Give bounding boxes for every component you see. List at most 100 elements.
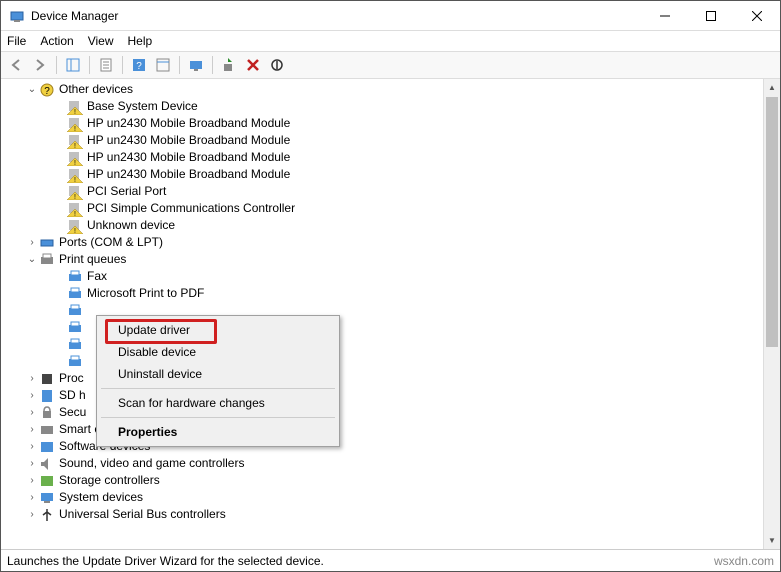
tree-category[interactable]: Ports (COM & LPT) (59, 234, 163, 251)
tree-category[interactable]: Proc (59, 370, 84, 387)
svg-text:!: ! (74, 228, 76, 234)
svg-text:!: ! (74, 194, 76, 200)
minimize-button[interactable] (642, 1, 688, 31)
tree-category[interactable]: SD h (59, 387, 86, 404)
tree-item[interactable]: HP un2430 Mobile Broadband Module (87, 149, 290, 166)
ports-icon (39, 235, 55, 251)
expander-icon[interactable]: › (25, 234, 39, 251)
tree-category[interactable]: Sound, video and game controllers (59, 455, 244, 472)
sd-host-icon (39, 388, 55, 404)
vertical-scrollbar[interactable]: ▲ ▼ (763, 79, 780, 549)
tree-category[interactable]: System devices (59, 489, 143, 506)
expander-icon[interactable]: ⌄ (25, 81, 39, 98)
menu-file[interactable]: File (7, 34, 26, 48)
printer-icon (67, 337, 83, 353)
svg-text:!: ! (74, 126, 76, 132)
menu-update-driver[interactable]: Update driver (100, 319, 336, 341)
tree-item[interactable]: HP un2430 Mobile Broadband Module (87, 132, 290, 149)
warning-device-icon: ! (67, 218, 83, 234)
expander-icon[interactable]: › (25, 387, 39, 404)
help-icon[interactable]: ? (128, 54, 150, 76)
scroll-thumb[interactable] (766, 97, 778, 347)
menu-action[interactable]: Action (40, 34, 73, 48)
menu-scan-hardware[interactable]: Scan for hardware changes (100, 392, 336, 414)
menu-view[interactable]: View (88, 34, 114, 48)
menu-help[interactable]: Help (128, 34, 153, 48)
svg-text:!: ! (74, 143, 76, 149)
app-icon (9, 8, 25, 24)
scroll-down-arrow[interactable]: ▼ (764, 532, 780, 549)
tree-item[interactable]: Fax (87, 268, 107, 285)
menu-properties[interactable]: Properties (100, 421, 336, 443)
device-manager-window: Device Manager File Action View Help ? ⌄… (0, 0, 781, 572)
printer-icon (67, 303, 83, 319)
statusbar: Launches the Update Driver Wizard for th… (1, 549, 780, 571)
tree-item[interactable]: Microsoft Print to PDF (87, 285, 204, 302)
printer-icon (67, 354, 83, 370)
titlebar: Device Manager (1, 1, 780, 31)
menu-disable-device[interactable]: Disable device (100, 341, 336, 363)
close-button[interactable] (734, 1, 780, 31)
svg-text:!: ! (74, 211, 76, 217)
grid-icon[interactable] (152, 54, 174, 76)
back-button[interactable] (5, 54, 27, 76)
warning-device-icon: ! (67, 116, 83, 132)
security-icon (39, 405, 55, 421)
tree-category[interactable]: Storage controllers (59, 472, 160, 489)
expander-icon[interactable]: › (25, 404, 39, 421)
show-hide-tree-icon[interactable] (62, 54, 84, 76)
forward-button[interactable] (29, 54, 51, 76)
tree-item[interactable]: HP un2430 Mobile Broadband Module (87, 166, 290, 183)
update-driver-icon[interactable] (218, 54, 240, 76)
tree-category[interactable]: Universal Serial Bus controllers (59, 506, 226, 523)
warning-device-icon: ! (67, 167, 83, 183)
system-device-icon (39, 490, 55, 506)
expander-icon[interactable]: › (25, 421, 39, 438)
software-device-icon (39, 439, 55, 455)
window-title: Device Manager (31, 9, 642, 23)
warning-device-icon: ! (67, 184, 83, 200)
expander-icon[interactable]: › (25, 506, 39, 523)
expander-icon[interactable]: › (25, 438, 39, 455)
context-menu: Update driver Disable device Uninstall d… (96, 315, 340, 447)
storage-icon (39, 473, 55, 489)
menu-uninstall-device[interactable]: Uninstall device (100, 363, 336, 385)
svg-text:?: ? (136, 61, 142, 72)
warning-device-icon: ! (67, 201, 83, 217)
menu-separator (101, 417, 335, 418)
scan-hardware-icon[interactable] (185, 54, 207, 76)
tree-item[interactable]: PCI Serial Port (87, 183, 166, 200)
watermark-text: wsxdn.com (714, 554, 774, 568)
properties-icon[interactable] (95, 54, 117, 76)
sound-icon (39, 456, 55, 472)
expander-icon[interactable]: › (25, 455, 39, 472)
expander-icon[interactable]: ⌄ (25, 251, 39, 268)
maximize-button[interactable] (688, 1, 734, 31)
disable-icon[interactable] (266, 54, 288, 76)
warning-device-icon: ! (67, 99, 83, 115)
print-queues-icon (39, 252, 55, 268)
expander-icon[interactable]: › (25, 472, 39, 489)
processor-icon (39, 371, 55, 387)
menu-separator (101, 388, 335, 389)
expander-icon[interactable]: › (25, 370, 39, 387)
tree-category[interactable]: Other devices (59, 81, 133, 98)
printer-icon (67, 320, 83, 336)
usb-icon (39, 507, 55, 523)
tree-item[interactable]: Base System Device (87, 98, 198, 115)
printer-icon (67, 269, 83, 285)
svg-text:!: ! (74, 177, 76, 183)
warning-device-icon: ! (67, 133, 83, 149)
other-devices-icon: ? (39, 82, 55, 98)
tree-category[interactable]: Secu (59, 404, 86, 421)
svg-text:?: ? (44, 86, 50, 97)
tree-item[interactable]: HP un2430 Mobile Broadband Module (87, 115, 290, 132)
expander-icon[interactable]: › (25, 489, 39, 506)
scroll-up-arrow[interactable]: ▲ (764, 79, 780, 96)
tree-category[interactable]: Print queues (59, 251, 126, 268)
uninstall-icon[interactable] (242, 54, 264, 76)
tree-view[interactable]: ⌄? Other devices ! Base System Device ! HP … (1, 79, 780, 549)
tree-item[interactable]: PCI Simple Communications Controller (87, 200, 295, 217)
tree-item[interactable]: Unknown device (87, 217, 175, 234)
svg-text:!: ! (74, 109, 76, 115)
